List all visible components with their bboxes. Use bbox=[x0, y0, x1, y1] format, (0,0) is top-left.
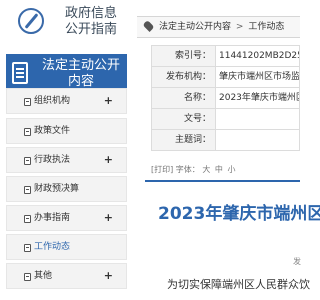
document-meta-table: 索引号： 11441202MB2D2512 发布机构： 肇庆市端州区市场监督 名… bbox=[151, 45, 300, 151]
font-size-label: 字体： bbox=[175, 165, 200, 174]
name-value: 2023年肇庆市端州区市 bbox=[215, 87, 300, 109]
name-label: 名称： bbox=[151, 87, 216, 109]
sidebar-item-label: 组织机构 bbox=[34, 96, 71, 106]
sidebar-item-policy-files[interactable]: 政策文件 bbox=[6, 118, 127, 144]
article-title: 2023年肇庆市端州区 bbox=[158, 204, 320, 224]
sidebar: 政府信息公开指南 法定主动公开内容 组织机构 + 政策文件 行政执法 + 财政预… bbox=[0, 0, 127, 300]
font-medium-link[interactable]: 中 bbox=[215, 165, 223, 174]
subject-words-value bbox=[215, 129, 300, 151]
breadcrumb-separator: > bbox=[235, 22, 244, 32]
sidebar-item-label: 其他 bbox=[34, 271, 53, 281]
font-small-link[interactable]: 小 bbox=[227, 165, 235, 174]
doc-bullet-icon bbox=[24, 157, 31, 165]
doc-bullet-icon bbox=[24, 244, 31, 252]
publisher-label: 发布机构： bbox=[151, 66, 216, 88]
sidebar-item-label: 办事指南 bbox=[34, 213, 71, 223]
guide-title: 政府信息公开指南 bbox=[64, 6, 117, 37]
sidebar-item-label: 财政预决算 bbox=[34, 184, 80, 194]
sidebar-item-budget[interactable]: 财政预决算 bbox=[6, 176, 127, 202]
table-row: 名称： 2023年肇庆市端州区市 bbox=[151, 87, 300, 109]
breadcrumb: 法定主动公开内容 > 工作动态 bbox=[137, 16, 300, 38]
location-pin-icon bbox=[142, 19, 155, 33]
subject-words-label: 主题词： bbox=[151, 129, 216, 151]
sidebar-item-organization[interactable]: 组织机构 + bbox=[6, 88, 127, 114]
article-body: 为切实保障端州区人民群众饮 bbox=[167, 278, 310, 291]
table-row: 文号： bbox=[151, 108, 300, 130]
table-row: 索引号： 11441202MB2D2512 bbox=[151, 45, 300, 67]
expand-icon[interactable]: + bbox=[104, 211, 113, 225]
sidebar-item-other[interactable]: 其他 + bbox=[6, 263, 127, 289]
doc-bullet-icon bbox=[24, 128, 31, 136]
breadcrumb-link-disclosure[interactable]: 法定主动公开内容 bbox=[159, 22, 231, 32]
doc-bullet-icon bbox=[24, 186, 31, 194]
sidebar-item-law-enforcement[interactable]: 行政执法 + bbox=[6, 147, 127, 173]
document-icon bbox=[12, 62, 28, 84]
table-row: 发布机构： 肇庆市端州区市场监督 bbox=[151, 66, 300, 88]
print-link[interactable]: [打印] bbox=[151, 165, 173, 174]
expand-icon[interactable]: + bbox=[104, 94, 113, 108]
index-number-value: 11441202MB2D2512 bbox=[215, 45, 300, 67]
sidebar-item-work-news[interactable]: 工作动态 bbox=[6, 234, 127, 260]
article-tools: [打印] 字体： 大 中 小 bbox=[151, 165, 235, 175]
sidebar-item-label: 行政执法 bbox=[34, 155, 71, 165]
article-source: 发 bbox=[293, 257, 301, 266]
public-info-guide-link[interactable]: 政府信息公开指南 bbox=[0, 0, 127, 44]
compass-icon bbox=[18, 8, 44, 34]
breadcrumb-link-work-news[interactable]: 工作动态 bbox=[248, 22, 284, 32]
index-number-label: 索引号： bbox=[151, 45, 216, 67]
publisher-value: 肇庆市端州区市场监督 bbox=[215, 66, 300, 88]
font-large-link[interactable]: 大 bbox=[202, 165, 210, 174]
doc-bullet-icon bbox=[24, 273, 31, 281]
divider bbox=[145, 180, 300, 182]
doc-bullet-icon bbox=[24, 215, 31, 223]
expand-icon[interactable]: + bbox=[104, 269, 113, 283]
sidebar-item-label: 政策文件 bbox=[34, 126, 71, 136]
main-content: 法定主动公开内容 > 工作动态 索引号： 11441202MB2D2512 发布… bbox=[137, 0, 320, 300]
doc-bullet-icon bbox=[24, 98, 31, 106]
doc-number-label: 文号： bbox=[151, 108, 216, 130]
sidebar-item-service-guide[interactable]: 办事指南 + bbox=[6, 205, 127, 231]
sidebar-item-label: 工作动态 bbox=[34, 242, 71, 252]
expand-icon[interactable]: + bbox=[104, 153, 113, 167]
table-row: 主题词： bbox=[151, 129, 300, 151]
doc-number-value bbox=[215, 108, 300, 130]
active-section-title: 法定主动公开内容 bbox=[41, 58, 120, 89]
